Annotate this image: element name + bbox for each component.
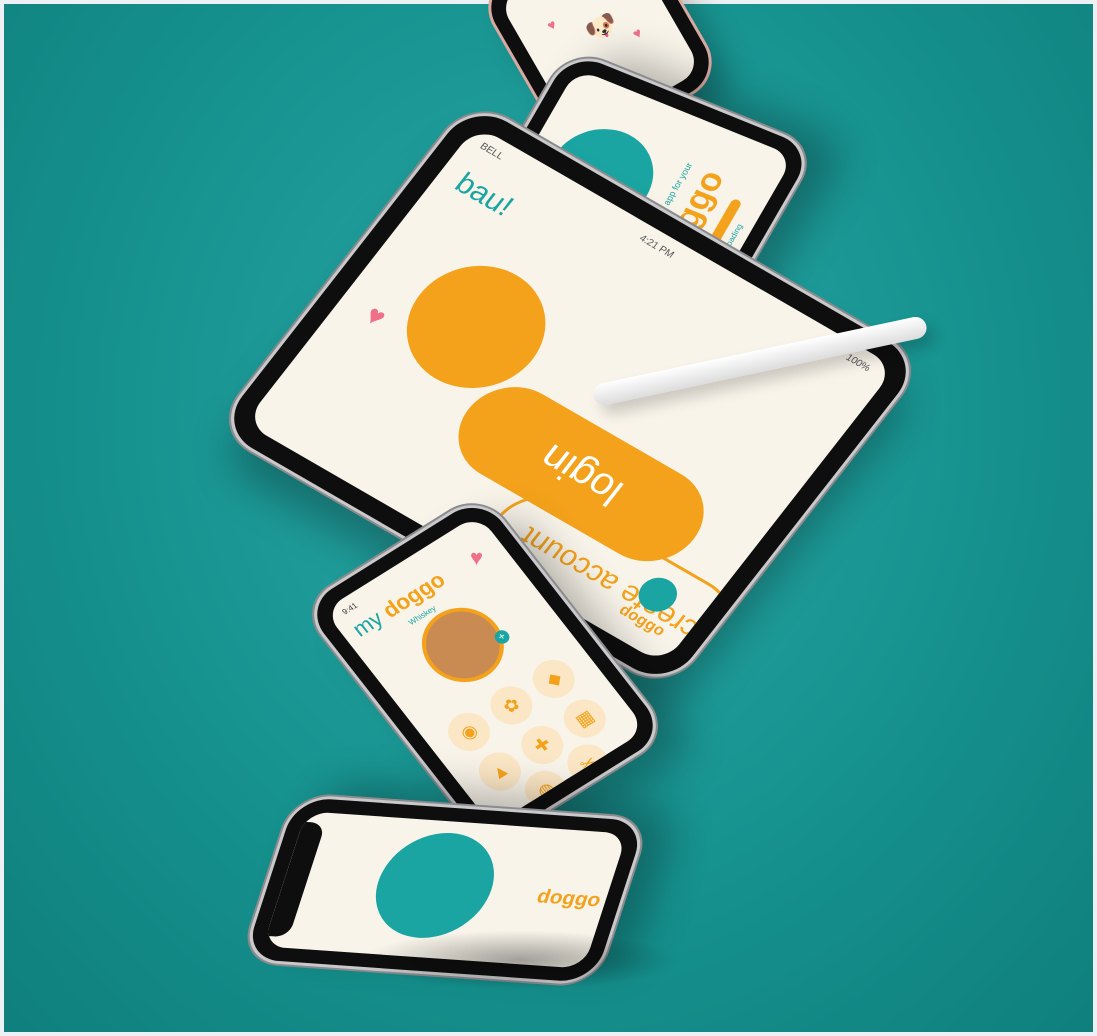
heart-icon: ♥ xyxy=(543,15,560,34)
heart-icon: ♥ xyxy=(629,24,645,43)
corgi-illustration-icon xyxy=(361,829,509,942)
status-time: 9:41 xyxy=(340,601,360,617)
heart-icon: ♥ xyxy=(359,299,393,333)
bottom-brand: doggo xyxy=(534,885,604,912)
status-battery: 100% xyxy=(843,352,873,374)
heart-icon: ♥ xyxy=(470,545,484,570)
status-time: 4:21 PM xyxy=(636,233,676,261)
paw-icon[interactable]: ✿ xyxy=(482,678,541,732)
vet-icon[interactable]: ✚ xyxy=(513,718,572,772)
bone-icon[interactable]: ◆ xyxy=(524,652,584,706)
greeting-title: bau! xyxy=(448,167,520,223)
corgi-icon: 🐶 xyxy=(579,6,624,49)
food-icon[interactable]: ◉ xyxy=(439,705,499,759)
status-carrier: BELL xyxy=(477,141,506,163)
corgi-illustration-icon xyxy=(379,242,573,412)
drop-shadow xyxy=(360,930,680,990)
calendar-icon[interactable]: ▦ xyxy=(555,692,615,745)
corgi-icon[interactable]: ▲ xyxy=(470,745,530,798)
